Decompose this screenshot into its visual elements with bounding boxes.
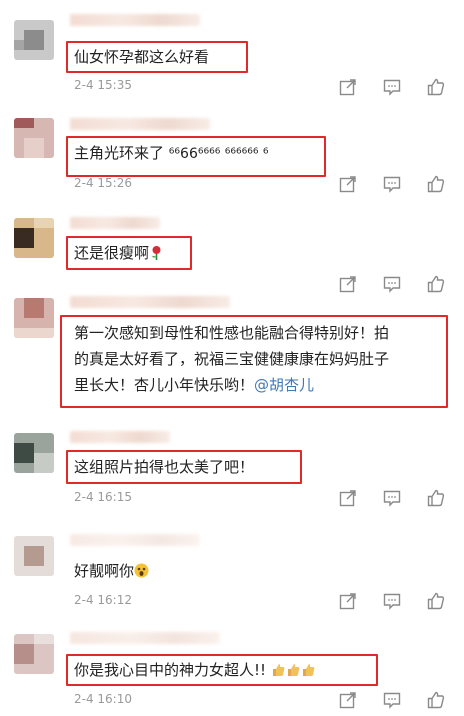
share-icon[interactable] [338,274,358,294]
avatar[interactable] [14,433,54,473]
comment-text-line: 第一次感知到母性和性感也能融合得特别好！拍 [74,324,390,342]
comment-icon[interactable] [382,174,402,194]
comment-text: 还是很瘦啊 [74,240,164,266]
comment-icon[interactable] [382,77,402,97]
avatar[interactable] [14,298,54,338]
tail-part: ⁶⁶⁶⁶⁶⁶ [220,146,259,162]
avatar[interactable] [14,20,54,60]
comment-date: 2-4 15:26 [74,176,132,190]
comment-date: 2-4 16:12 [74,593,132,607]
comment-text-main: 好靓啊你 [74,562,135,580]
comment-date: 2-4 16:10 [74,692,132,706]
comment-text-main: 还是很瘦啊 [74,244,150,262]
comment-icon[interactable] [382,274,402,294]
share-icon[interactable] [338,77,358,97]
like-icon[interactable] [426,77,446,97]
comment-text-tail: ⁶⁶66⁶⁶⁶⁶ ⁶⁶⁶⁶⁶⁶ ⁶ [169,146,269,162]
thumbs-up-icon [272,664,285,676]
comment-text-main: 你是我心目中的神力女超人!! [74,661,267,679]
tail-part: ⁶⁶ [168,146,181,162]
mention-link[interactable]: @胡杏儿 [254,376,314,394]
username-blurred[interactable] [70,217,160,229]
share-icon[interactable] [338,591,358,611]
share-icon[interactable] [338,488,358,508]
share-icon[interactable] [338,174,358,194]
tail-part: 66 [180,146,198,162]
comment-list-page: { "comments": [ {"text": "仙女怀孕都这么好看", "d… [0,0,464,716]
shocked-face-icon [134,563,149,578]
comment-text: 你是我心目中的神力女超人!! [74,657,316,683]
like-icon[interactable] [426,174,446,194]
tail-part: ⁶ [258,146,269,162]
like-icon[interactable] [426,591,446,611]
like-icon[interactable] [426,274,446,294]
username-blurred[interactable] [70,431,170,443]
username-blurred[interactable] [70,534,200,546]
username-blurred[interactable] [70,632,220,644]
comment-date: 2-4 15:35 [74,78,132,92]
comment-text-line: 里长大！杏儿小年快乐哟！@胡杏儿 [74,372,314,398]
comment-text: 仙女怀孕都这么好看 [74,48,210,66]
avatar[interactable] [14,634,54,674]
like-icon[interactable] [426,488,446,508]
comment-text: 主角光环来了 ⁶⁶66⁶⁶⁶⁶ ⁶⁶⁶⁶⁶⁶ ⁶ [74,140,269,167]
thumbs-up-icon [287,664,300,676]
comment-text-part: 里长大！杏儿小年快乐哟！ [74,376,255,394]
comment-text: 这组照片拍得也太美了吧！ [74,458,255,476]
avatar[interactable] [14,536,54,576]
username-blurred[interactable] [70,14,200,26]
comment-icon[interactable] [382,690,402,710]
comment-date: 2-4 16:15 [74,490,132,504]
comment-text-main: 主角光环来了 [74,144,165,162]
comment-text: 好靓啊你 [74,558,149,584]
rose-icon [152,246,161,260]
avatar[interactable] [14,218,54,258]
comment-icon[interactable] [382,591,402,611]
share-icon[interactable] [338,690,358,710]
comment-icon[interactable] [382,488,402,508]
avatar[interactable] [14,118,54,158]
username-blurred[interactable] [70,118,210,130]
tail-part: ⁶⁶⁶⁶ [197,146,221,162]
like-icon[interactable] [426,690,446,710]
comment-text-line: 的真是太好看了，祝福三宝健健康康在妈妈肚子 [74,350,390,368]
thumbs-up-icon [302,664,315,676]
username-blurred[interactable] [70,296,230,308]
